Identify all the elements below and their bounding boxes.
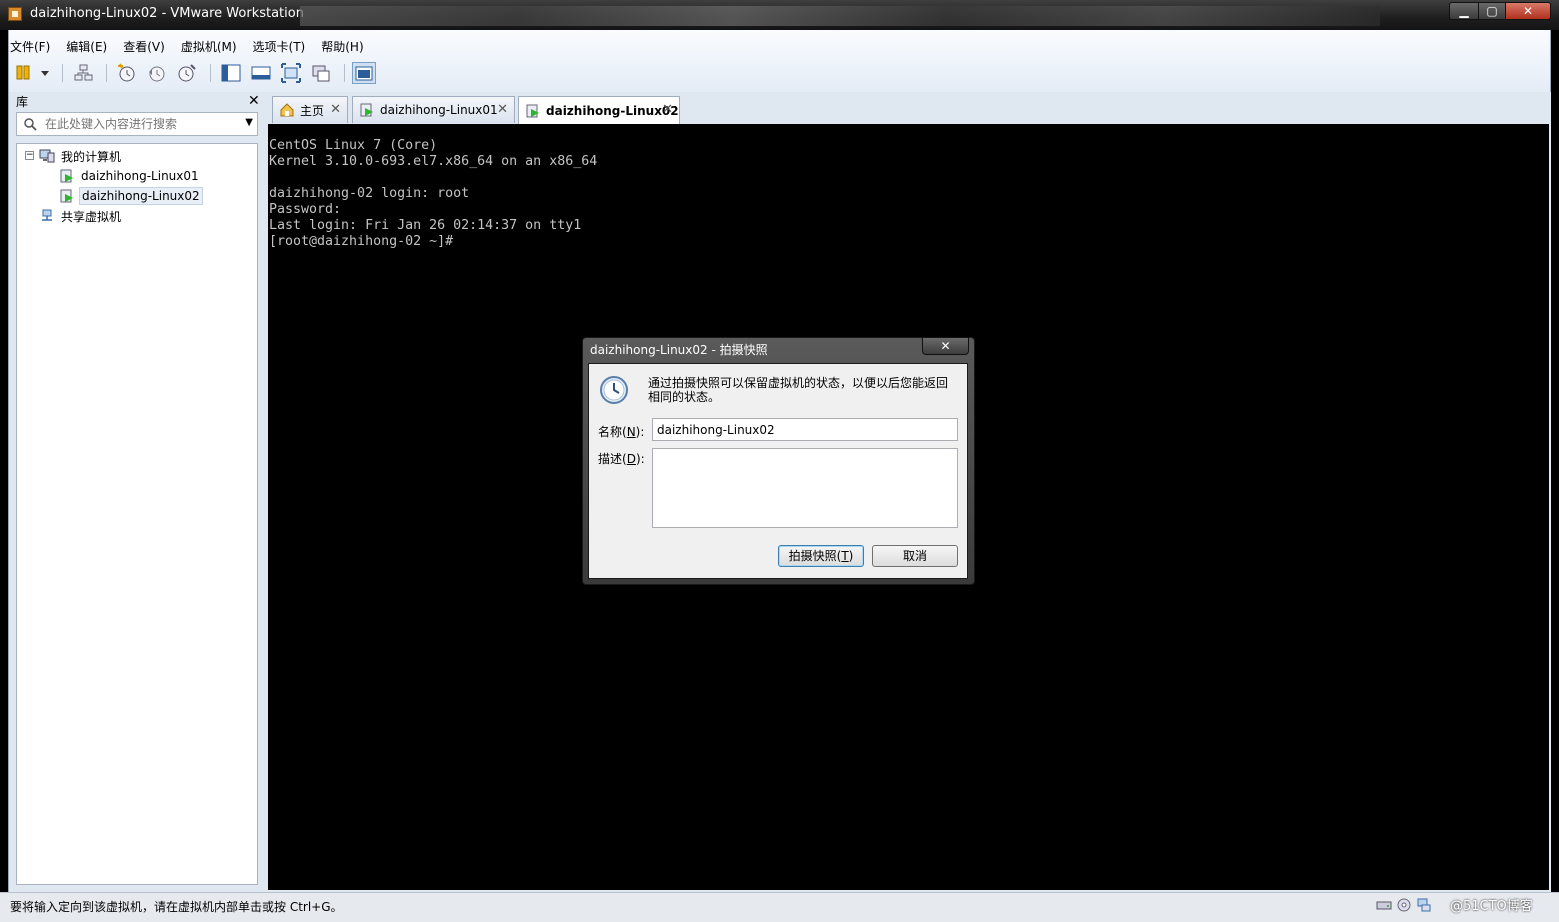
search-dropdown-icon[interactable]: ▼ — [245, 117, 253, 128]
tree-label: daizhihong-Linux02 — [79, 187, 203, 205]
vm-running-icon — [526, 104, 539, 117]
tab-close-icon[interactable]: ✕ — [662, 102, 673, 117]
vm-library-tree: − 我的计算机 daizhihong-Linux01 daizhihong-Li… — [16, 143, 258, 885]
vm-running-icon — [60, 189, 73, 203]
thumbnail-bar-icon[interactable] — [250, 62, 272, 84]
window-title: daizhihong-Linux02 - VMware Workstation — [30, 6, 304, 21]
snapshot-name-input[interactable] — [652, 418, 958, 441]
menu-help[interactable]: 帮助(H) — [321, 38, 363, 56]
console-view-icon[interactable] — [352, 62, 376, 84]
dialog-message: 通过拍摄快照可以保留虚拟机的状态，以便以后您能返回相同的状态。 — [648, 376, 949, 404]
tab-close-icon[interactable]: ✕ — [330, 102, 341, 117]
close-window-button[interactable]: ✕ — [1505, 2, 1551, 20]
library-close-icon[interactable]: ✕ — [248, 93, 260, 109]
console-line: daizhihong-02 login: root — [269, 186, 470, 201]
console-line: Password: — [269, 202, 342, 217]
revert-snapshot-icon[interactable] — [146, 62, 168, 84]
console-line: Kernel 3.10.0-693.el7.x86_64 on an x86_6… — [269, 154, 598, 169]
taskbar-preview-strip — [300, 6, 1380, 26]
take-snapshot-button[interactable]: 拍摄快照(T) — [778, 545, 864, 567]
home-icon — [280, 103, 294, 117]
vm-running-icon — [60, 169, 73, 183]
shared-vm-icon — [42, 209, 52, 221]
tab-close-icon[interactable]: ✕ — [497, 102, 508, 117]
tab-label: 主页 — [300, 103, 325, 118]
network-icon[interactable] — [72, 62, 94, 84]
minimize-button[interactable]: ▁ — [1449, 2, 1479, 20]
dialog-close-button[interactable]: ✕ — [922, 337, 969, 355]
fullscreen-icon[interactable] — [280, 62, 302, 84]
tab-linux02[interactable]: daizhihong-Linux02 ✕ — [518, 96, 680, 124]
search-icon — [24, 118, 37, 131]
library-search-input[interactable] — [45, 116, 235, 132]
watermark-text: @51CTO博客 — [1450, 899, 1533, 914]
console-output: CentOS Linux 7 (Core) Kernel 3.10.0-693.… — [269, 138, 597, 250]
show-library-icon[interactable] — [220, 62, 242, 84]
tree-collapse-toggle[interactable]: − — [25, 151, 34, 160]
library-search-box[interactable]: ▼ — [16, 112, 258, 136]
tree-item-vm-linux01[interactable]: daizhihong-Linux01 — [59, 167, 201, 185]
tab-linux01[interactable]: daizhihong-Linux01 ✕ — [352, 96, 515, 123]
clock-icon — [600, 376, 628, 404]
unity-icon[interactable] — [310, 62, 332, 84]
console-line: CentOS Linux 7 (Core) — [269, 138, 438, 153]
tree-label: daizhihong-Linux01 — [81, 169, 199, 183]
console-line: [root@daizhihong-02 ~]# — [269, 234, 454, 249]
dialog-title: daizhihong-Linux02 - 拍摄快照 — [590, 343, 768, 357]
menu-file[interactable]: 文件(F) — [10, 38, 50, 56]
tree-label: 我的计算机 — [61, 149, 122, 164]
description-label: 描述(D): — [598, 452, 645, 466]
tab-home[interactable]: 主页 ✕ — [272, 96, 348, 123]
cd-drive-icon[interactable] — [1396, 897, 1412, 913]
vm-running-icon — [360, 103, 373, 117]
menu-bar: 文件(F) 编辑(E) 查看(V) 虚拟机(M) 选项卡(T) 帮助(H) — [10, 38, 380, 56]
take-snapshot-icon[interactable] — [116, 62, 138, 84]
tree-item-vm-linux02[interactable]: daizhihong-Linux02 — [59, 187, 203, 205]
hard-disk-icon[interactable] — [1376, 897, 1392, 913]
tree-item-shared-vms[interactable]: 共享虚拟机 — [39, 207, 123, 225]
menu-tabs[interactable]: 选项卡(T) — [253, 38, 306, 56]
menu-view[interactable]: 查看(V) — [123, 38, 165, 56]
menu-vm[interactable]: 虚拟机(M) — [181, 38, 237, 56]
tree-label: 共享虚拟机 — [61, 209, 122, 224]
maximize-button[interactable]: ▢ — [1478, 2, 1506, 20]
name-label: 名称(N): — [598, 425, 645, 439]
library-title: 库 — [16, 95, 29, 109]
cancel-button[interactable]: 取消 — [872, 545, 958, 567]
snapshot-manager-icon[interactable] — [176, 62, 198, 84]
tree-item-my-computer[interactable]: 我的计算机 — [39, 147, 123, 165]
snapshot-description-input[interactable] — [652, 448, 958, 528]
suspend-icon[interactable] — [14, 62, 36, 84]
tab-label: daizhihong-Linux01 — [380, 103, 498, 117]
tab-label: daizhihong-Linux02 — [546, 103, 679, 118]
vmware-app-icon — [8, 7, 22, 21]
network-adapter-icon[interactable] — [1416, 897, 1432, 913]
device-status-icons — [1376, 897, 1432, 913]
computer-icon — [39, 149, 55, 163]
status-text: 要将输入定向到该虚拟机，请在虚拟机内部单击或按 Ctrl+G。 — [10, 900, 343, 914]
menu-edit[interactable]: 编辑(E) — [66, 38, 107, 56]
console-line: Last login: Fri Jan 26 02:14:37 on tty1 — [269, 218, 582, 233]
power-dropdown-icon[interactable] — [34, 62, 49, 84]
